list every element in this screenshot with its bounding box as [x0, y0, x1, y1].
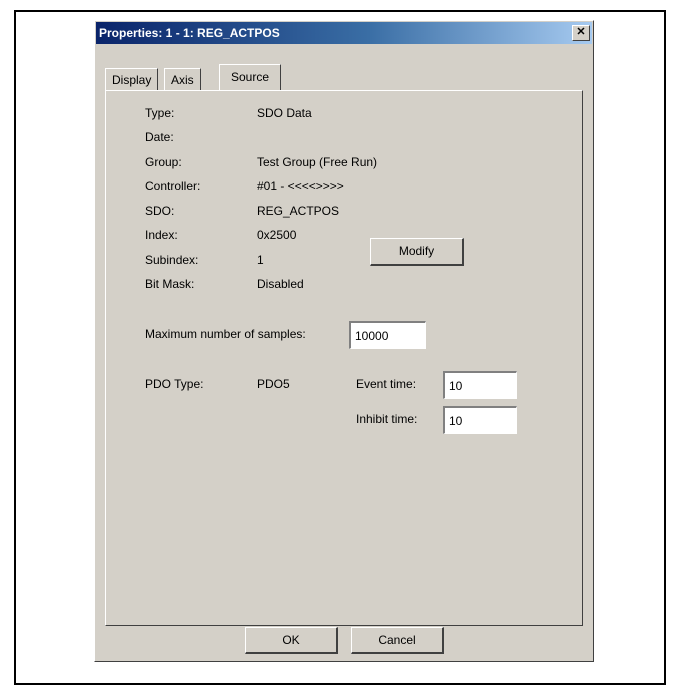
- type-value: SDO Data: [257, 106, 312, 120]
- sdo-value: REG_ACTPOS: [257, 204, 340, 218]
- pdo-type-label: PDO Type:: [145, 377, 204, 391]
- cancel-button[interactable]: Cancel: [351, 627, 444, 654]
- title-bar: Properties: 1 - 1: REG_ACTPOS ✕: [96, 22, 592, 44]
- group-value: Test Group (Free Run): [257, 155, 378, 169]
- close-icon[interactable]: ✕: [572, 25, 590, 41]
- inhibit-time-label: Inhibit time:: [356, 412, 418, 426]
- max-samples-label: Maximum number of samples:: [145, 327, 306, 341]
- sdo-label: SDO:: [145, 204, 175, 218]
- inhibit-time-input[interactable]: [443, 406, 517, 434]
- properties-dialog: Properties: 1 - 1: REG_ACTPOS ✕ Display …: [94, 20, 594, 662]
- tab-display[interactable]: Display: [105, 68, 159, 90]
- modify-button[interactable]: Modify: [370, 238, 464, 266]
- date-label: Date:: [145, 130, 174, 144]
- controller-value: #01 - <<<<>>>>: [257, 179, 344, 193]
- subindex-value: 1: [257, 253, 264, 267]
- window-title: Properties: 1 - 1: REG_ACTPOS: [99, 26, 280, 40]
- source-tab-panel: Type: SDO Data Date: Group: Test Group (…: [105, 90, 583, 626]
- tab-axis[interactable]: Axis: [164, 68, 201, 90]
- tab-source[interactable]: Source: [219, 64, 281, 90]
- group-label: Group:: [145, 155, 182, 169]
- pdo-type-value: PDO5: [257, 377, 290, 391]
- max-samples-input[interactable]: [349, 321, 426, 349]
- event-time-label: Event time:: [356, 377, 417, 391]
- bitmask-value: Disabled: [257, 277, 304, 291]
- controller-label: Controller:: [145, 179, 201, 193]
- event-time-input[interactable]: [443, 371, 517, 399]
- bitmask-label: Bit Mask:: [145, 277, 195, 291]
- index-value: 0x2500: [257, 228, 297, 242]
- type-label: Type:: [145, 106, 175, 120]
- subindex-label: Subindex:: [145, 253, 199, 267]
- ok-button[interactable]: OK: [245, 627, 338, 654]
- index-label: Index:: [145, 228, 178, 242]
